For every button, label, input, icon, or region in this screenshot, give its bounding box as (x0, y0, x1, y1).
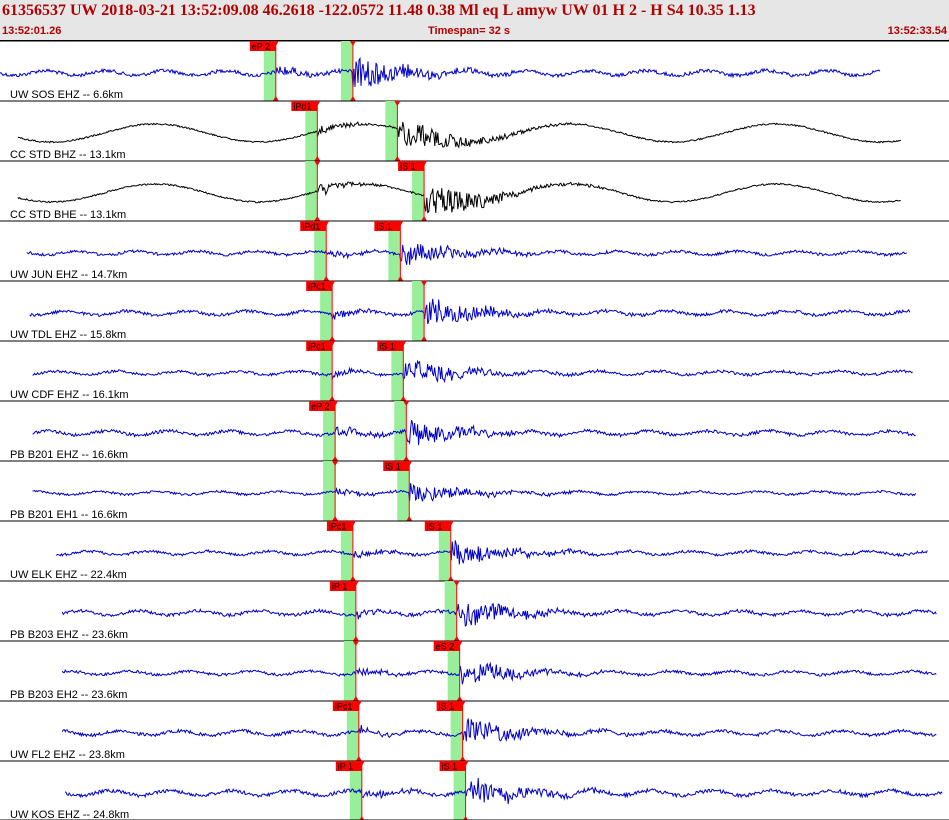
station-label: UW SOS EHZ -- 6.6km (10, 89, 123, 101)
trace-panel[interactable]: iS 1 PB B201 EH1 -- 16.6km (0, 460, 949, 521)
waveform (32, 359, 913, 384)
p-pick-window (343, 641, 356, 701)
trace-panel[interactable]: iPd1 iS 1 UW JUN EHZ -- 14.7km (0, 220, 949, 281)
station-label: PB B203 EH2 -- 23.6km (10, 689, 127, 701)
station-label: PB B203 EHZ -- 23.6km (10, 629, 128, 641)
station-label: UW KOS EHZ -- 24.8km (10, 809, 129, 820)
waveform (64, 777, 943, 805)
station-label: UW ELK EHZ -- 22.4km (10, 569, 127, 581)
trace-panel[interactable]: iP 1 PB B203 EHZ -- 23.6km (0, 580, 949, 641)
waveform (61, 718, 937, 742)
s-pick-label: eS 2 (436, 642, 455, 652)
p-pick-label: eP 2 (252, 42, 270, 52)
p-pick-label: iP 1 (332, 582, 347, 592)
waveform (32, 419, 916, 446)
waveform (32, 483, 917, 502)
trace-panel[interactable]: eP 2 PB B201 EHZ -- 16.6km (0, 400, 949, 461)
s-pick-label: iS 1 (427, 522, 443, 532)
trace-panel[interactable]: iPc1 iS 1 UW CDF EHZ -- 16.1km (0, 340, 949, 401)
p-pick-label: iPc1 (308, 342, 326, 352)
s-pick-label: iS 1 (439, 702, 455, 712)
trace-panel[interactable]: iPc1 iS 1 UW ELK EHZ -- 22.4km (0, 520, 949, 581)
station-label: UW FL2 EHZ -- 23.8km (10, 749, 125, 761)
trace-panel[interactable]: iPc1 UW TDL EHZ -- 15.8km (0, 280, 949, 341)
station-label: UW JUN EHZ -- 14.7km (10, 269, 127, 281)
p-pick-label: eP 2 (311, 402, 329, 412)
station-label: UW CDF EHZ -- 16.1km (10, 389, 129, 401)
p-pick-label: iPc1 (335, 702, 353, 712)
s-pick-window (385, 101, 398, 161)
s-pick-label: iS 1 (400, 162, 416, 172)
s-pick-label: iS 1 (385, 462, 401, 472)
p-pick-label: iPc1 (308, 282, 326, 292)
station-label: CC STD BHE -- 13.1km (10, 209, 126, 221)
station-label: CC STD BHZ -- 13.1km (10, 149, 126, 161)
waveform (17, 121, 902, 149)
trace-panel[interactable]: iS 1 CC STD BHE -- 13.1km (0, 160, 949, 221)
s-pick-label: iS 1 (379, 342, 395, 352)
seismogram-panel[interactable]: eP 2 UW SOS EHZ -- 6.6km iPd1 CC STD BHZ --… (0, 0, 949, 820)
trace-panel[interactable]: eP 2 UW SOS EHZ -- 6.6km (0, 40, 949, 101)
s-pick-label: iS 1 (442, 762, 458, 772)
waveform (17, 181, 901, 214)
p-pick-label: iPc1 (329, 522, 347, 532)
p-pick-label: iPd1 (302, 222, 320, 232)
station-label: UW TDL EHZ -- 15.8km (10, 329, 126, 341)
trace-panel[interactable]: iP 1 iS 1 UW KOS EHZ -- 24.8km (0, 760, 949, 820)
p-pick-label: iP 1 (338, 762, 353, 772)
waveform (29, 298, 911, 325)
waveform (61, 661, 937, 685)
trace-panel[interactable]: iPd1 CC STD BHZ -- 13.1km (0, 100, 949, 161)
waveform (61, 603, 937, 627)
p-pick-window (323, 461, 336, 521)
waveform (55, 540, 928, 565)
station-label: PB B201 EH1 -- 16.6km (10, 509, 127, 521)
s-pick-label: iS 1 (376, 222, 392, 232)
p-pick-label: iPd1 (293, 102, 311, 112)
trace-panel[interactable]: iPc1 iS 1 UW FL2 EHZ -- 23.8km (0, 700, 949, 761)
station-label: PB B201 EHZ -- 16.6km (10, 449, 128, 461)
trace-panel[interactable]: eS 2 PB B203 EH2 -- 23.6km (0, 640, 949, 701)
waveform (0, 56, 881, 88)
waveform (26, 244, 907, 265)
